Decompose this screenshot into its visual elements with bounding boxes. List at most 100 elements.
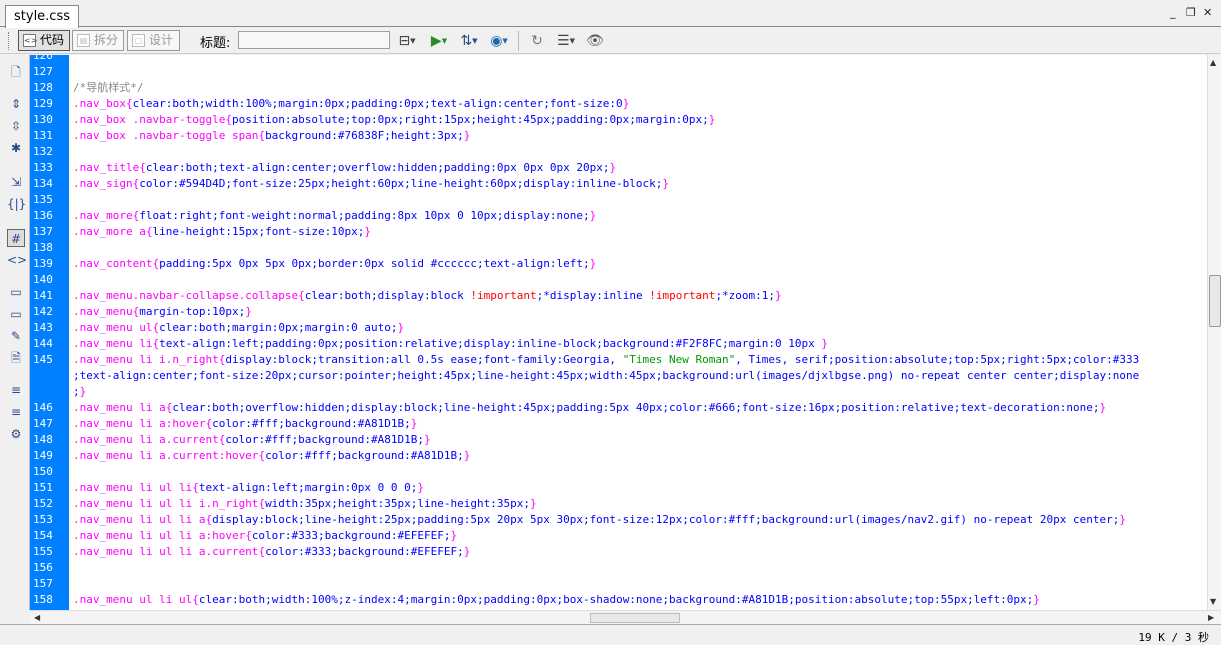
code-token: } [622,97,630,110]
code-token: .nav_more a [73,225,146,238]
status-bar: 19 K / 3 秒 [0,624,1221,645]
scroll-left-arrow-icon[interactable]: ◀ [34,613,40,622]
coding-toolbar: 🗋 ⇕ ⇳ ✱ ⇲ {|} # <> ▭ ▭ ✎ 🗎 ≡ ≡ ⚙ [0,55,30,610]
visual-aids-icon[interactable]: 👁▼ [584,31,606,65]
code-editor[interactable]: 126 127 128 129 130 131 132 133 134 135 136 137 138 1… [30,55,1207,610]
code-token: clear:both;text-align:center;overflow:hi… [145,161,610,174]
code-view-icon: <> [23,34,38,47]
validate-markup-icon[interactable]: ⊟▼ [396,31,418,51]
code-line: ;} [73,385,86,399]
expand-all-icon[interactable]: ✱ [7,139,25,157]
scroll-right-arrow-icon[interactable]: ▶ [1208,613,1214,622]
code-token: .nav_menu.navbar-collapse.collapse [73,289,299,302]
format-source-icon[interactable]: ⚙ [7,425,25,443]
code-token: .nav_menu li a [73,401,166,414]
collapse-selection-icon[interactable]: ⇳ [7,117,25,135]
toolbar-grip[interactable] [8,32,11,50]
outdent-code-icon[interactable]: ≡ [7,403,25,421]
code-token: } [1033,593,1040,606]
code-token: .nav_menu [73,305,133,318]
view-options-icon[interactable]: ☰▼ [555,31,577,51]
code-token: { [298,289,305,302]
sync-updown-icon[interactable]: ⇅▼ [458,31,480,51]
code-token: color:#594D4D;font-size:25px;height:60px… [139,177,663,190]
select-parent-tag-icon[interactable]: ⇲ [7,173,25,191]
open-documents-icon[interactable]: 🗋 [7,63,25,81]
code-token: ;*zoom:1; [715,289,776,302]
code-view-label: 代码 [40,33,65,47]
code-token: } [424,433,431,446]
code-token: clear:both;display:block [304,289,471,302]
line-number: 127 [33,65,53,78]
document-toolbar: <> 代码 ▤ 拆分 ▢ 设计 [0,28,1221,54]
line-number: 133 [33,161,53,174]
line-number: 156 [33,561,53,574]
split-view-button[interactable]: ▤ 拆分 [72,30,124,51]
line-numbers-icon[interactable]: # [7,229,25,247]
horizontal-scroll-thumb[interactable] [590,613,680,623]
preview-browser-icon[interactable]: ◉▼ [488,31,510,51]
code-line: .nav_menu li i.n_right{display:block;tra… [73,353,1139,367]
indent-code-icon[interactable]: ≡ [7,381,25,399]
highlight-invalid-code-icon[interactable]: <> [7,251,27,269]
code-token: float:right;font-weight:normal;padding:8… [139,209,590,222]
code-token: .nav_menu ul li ul [73,593,193,606]
split-view-icon: ▤ [77,34,90,47]
code-token: } [1099,401,1107,414]
design-view-label: 设计 [149,33,174,47]
code-line: .nav_box{clear:both;width:100%;margin:0p… [73,97,629,111]
design-view-button[interactable]: ▢ 设计 [127,30,180,51]
line-number: 142 [33,305,53,318]
code-token: clear:both;margin:0px;margin:0 auto; [159,321,398,334]
restore-icon[interactable]: ❐ [1186,6,1196,19]
minimize-icon[interactable]: _ [1170,6,1176,19]
code-token: color:#333;background:#EFEFEF; [265,545,464,558]
line-number: 152 [33,497,53,510]
code-token: { [192,481,199,494]
recent-snippets-icon[interactable]: 🗎 [7,349,25,367]
line-number: 155 [33,545,53,558]
code-token: .nav_content [73,257,153,270]
line-number: 141 [33,289,53,302]
close-icon[interactable]: ✕ [1203,6,1212,19]
title-input[interactable] [238,31,390,49]
line-number: 136 [33,209,53,222]
refresh-icon[interactable]: ↻ [526,31,548,51]
vertical-scrollbar[interactable]: ▲ ▼ [1207,55,1221,610]
line-number: 151 [33,481,53,494]
code-token: } [708,113,716,126]
file-transfer-icon[interactable]: ▶▼ [428,31,450,51]
code-line: .nav_menu li a.current:hover{color:#fff;… [73,449,470,463]
title-label: 标题: [200,36,231,51]
code-line: .nav_menu{margin-top:10px;} [73,305,252,319]
balance-braces-icon[interactable]: {|} [7,195,26,213]
code-token: , Times, serif;position:absolute;top:5px… [735,353,1140,366]
tab-style-css[interactable]: style.css [5,5,79,28]
code-token: } [775,289,782,302]
code-line: ;text-align:center;font-size:20px;cursor… [73,369,1139,383]
line-number-gutter: 126 127 128 129 130 131 132 133 134 135 136 137 138 1… [30,55,69,610]
code-token: !important [470,289,537,302]
line-number: 137 [33,225,53,238]
code-token: .nav_box .navbar-toggle span [73,129,259,142]
toolbar-separator [518,31,519,51]
wrap-tag-icon[interactable]: ✎ [7,327,25,345]
code-token: clear:both;width:100%;z-index:4;margin:0… [198,593,1034,606]
apply-comment-icon[interactable]: ▭ [7,283,25,301]
design-view-icon: ▢ [132,34,145,47]
code-token: } [589,257,597,270]
remove-comment-icon[interactable]: ▭ [7,305,25,323]
code-line: .nav_menu li a.current{color:#fff;backgr… [73,433,431,447]
horizontal-scrollbar[interactable]: ◀ ▶ [30,610,1221,624]
scroll-up-arrow-icon[interactable]: ▲ [1210,58,1216,67]
code-line: .nav_menu ul li ul{clear:both;width:100%… [73,593,1040,607]
vertical-scroll-thumb[interactable] [1209,275,1221,327]
code-view-button[interactable]: <> 代码 [18,30,70,51]
collapse-full-tag-icon[interactable]: ⇕ [7,95,25,113]
code-area[interactable]: /*导航样式*/.nav_box{clear:both;width:100%;m… [73,55,1207,610]
code-token: .nav_menu li [73,337,153,350]
code-token: .nav_sign [73,177,133,190]
split-view-label: 拆分 [94,33,119,47]
code-token: clear:both;overflow:hidden;display:block… [172,401,1100,414]
scroll-down-arrow-icon[interactable]: ▼ [1210,597,1216,606]
